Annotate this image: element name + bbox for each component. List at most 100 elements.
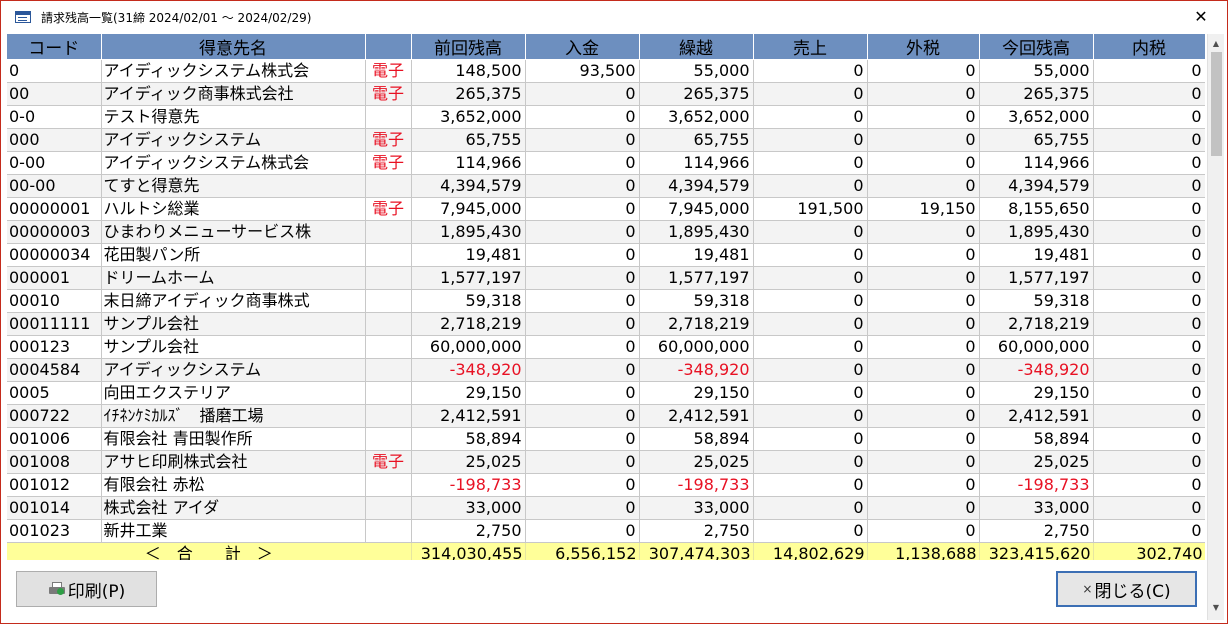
- cell-payment[interactable]: 0: [525, 243, 640, 267]
- table-row[interactable]: 000001 ドリームホーム 1,577,197 0 1,577,197 0 0 1,577,…: [7, 266, 1205, 290]
- cell-code[interactable]: 00000001: [7, 197, 102, 221]
- cell-sales[interactable]: 0: [753, 450, 868, 474]
- close-button[interactable]: × 閉じる(C): [1056, 571, 1197, 607]
- cell-tag[interactable]: [365, 381, 412, 405]
- cell-payment[interactable]: 0: [525, 358, 640, 382]
- cell-previous-balance[interactable]: 3,652,000: [411, 105, 526, 129]
- cell-payment[interactable]: 0: [525, 381, 640, 405]
- cell-previous-balance[interactable]: 2,412,591: [411, 404, 526, 428]
- cell-tag[interactable]: [365, 496, 412, 520]
- cell-customer-name[interactable]: 有限会社 赤松: [101, 473, 366, 497]
- table-row[interactable]: 00000001 ハルトシ総業 電子 7,945,000 0 7,945,000 191,5…: [7, 197, 1205, 221]
- cell-code[interactable]: 000722: [7, 404, 102, 428]
- cell-external-tax[interactable]: 0: [867, 220, 980, 244]
- cell-internal-tax[interactable]: 0: [1093, 381, 1205, 405]
- vertical-scrollbar[interactable]: ▲ ▼: [1207, 34, 1224, 620]
- cell-carryover[interactable]: 265,375: [639, 82, 754, 106]
- table-row[interactable]: 000 アイディックシステム 電子 65,755 0 65,755 0 0 65,755 0: [7, 128, 1205, 152]
- cell-payment[interactable]: 0: [525, 266, 640, 290]
- cell-internal-tax[interactable]: 0: [1093, 243, 1205, 267]
- cell-sales[interactable]: 0: [753, 404, 868, 428]
- cell-previous-balance[interactable]: 25,025: [411, 450, 526, 474]
- cell-current-balance[interactable]: 114,966: [979, 151, 1094, 175]
- cell-current-balance[interactable]: 55,000: [979, 59, 1094, 83]
- cell-sales[interactable]: 0: [753, 496, 868, 520]
- cell-payment[interactable]: 0: [525, 197, 640, 221]
- cell-sales[interactable]: 0: [753, 59, 868, 83]
- balance-grid[interactable]: コード 得意先名 前回残高 入金 繰越 売上 外税 今回残高 内税 0 アイディッ…: [7, 34, 1205, 560]
- cell-customer-name[interactable]: アイディックシステム: [101, 128, 366, 152]
- cell-current-balance[interactable]: 33,000: [979, 496, 1094, 520]
- cell-internal-tax[interactable]: 0: [1093, 266, 1205, 290]
- cell-code[interactable]: 001023: [7, 519, 102, 543]
- table-row[interactable]: 0004584 アイディックシステム -348,920 0 -348,920 0 0 -348…: [7, 358, 1205, 382]
- cell-carryover[interactable]: 55,000: [639, 59, 754, 83]
- cell-sales[interactable]: 0: [753, 220, 868, 244]
- cell-carryover[interactable]: 29,150: [639, 381, 754, 405]
- cell-tag[interactable]: 電子: [365, 59, 412, 83]
- cell-payment[interactable]: 0: [525, 128, 640, 152]
- cell-tag[interactable]: [365, 266, 412, 290]
- cell-external-tax[interactable]: 0: [867, 450, 980, 474]
- cell-current-balance[interactable]: -348,920: [979, 358, 1094, 382]
- cell-payment[interactable]: 0: [525, 82, 640, 106]
- cell-code[interactable]: 0: [7, 59, 102, 83]
- table-row[interactable]: 001014 株式会社 アイダ 33,000 0 33,000 0 0 33,000 0: [7, 496, 1205, 520]
- cell-sales[interactable]: 0: [753, 358, 868, 382]
- cell-sales[interactable]: 0: [753, 243, 868, 267]
- table-row[interactable]: 00000003 ひまわりメニューサービス株 1,895,430 0 1,895,430…: [7, 220, 1205, 244]
- cell-previous-balance[interactable]: 4,394,579: [411, 174, 526, 198]
- cell-internal-tax[interactable]: 0: [1093, 404, 1205, 428]
- cell-internal-tax[interactable]: 0: [1093, 151, 1205, 175]
- cell-customer-name[interactable]: てすと得意先: [101, 174, 366, 198]
- cell-payment[interactable]: 0: [525, 473, 640, 497]
- cell-sales[interactable]: 0: [753, 427, 868, 451]
- table-row[interactable]: 00-00 てすと得意先 4,394,579 0 4,394,579 0 0 4,394,57…: [7, 174, 1205, 198]
- cell-sales[interactable]: 0: [753, 105, 868, 129]
- cell-code[interactable]: 000: [7, 128, 102, 152]
- cell-internal-tax[interactable]: 0: [1093, 312, 1205, 336]
- cell-code[interactable]: 001006: [7, 427, 102, 451]
- scroll-down-icon[interactable]: ▼: [1208, 600, 1224, 616]
- scroll-up-icon[interactable]: ▲: [1208, 36, 1224, 52]
- cell-customer-name[interactable]: ハルトシ総業: [101, 197, 366, 221]
- cell-previous-balance[interactable]: 65,755: [411, 128, 526, 152]
- cell-carryover[interactable]: 4,394,579: [639, 174, 754, 198]
- cell-carryover[interactable]: 1,577,197: [639, 266, 754, 290]
- table-row[interactable]: 000123 サンプル会社 60,000,000 0 60,000,000 0 0 60,00…: [7, 335, 1205, 359]
- cell-external-tax[interactable]: 19,150: [867, 197, 980, 221]
- cell-previous-balance[interactable]: 2,718,219: [411, 312, 526, 336]
- cell-customer-name[interactable]: サンプル会社: [101, 312, 366, 336]
- cell-customer-name[interactable]: サンプル会社: [101, 335, 366, 359]
- cell-previous-balance[interactable]: 33,000: [411, 496, 526, 520]
- cell-carryover[interactable]: 114,966: [639, 151, 754, 175]
- cell-sales[interactable]: 0: [753, 335, 868, 359]
- cell-sales[interactable]: 0: [753, 381, 868, 405]
- cell-external-tax[interactable]: 0: [867, 243, 980, 267]
- cell-tag[interactable]: [365, 220, 412, 244]
- cell-tag[interactable]: [365, 427, 412, 451]
- cell-payment[interactable]: 0: [525, 335, 640, 359]
- cell-customer-name[interactable]: 向田エクステリア: [101, 381, 366, 405]
- cell-external-tax[interactable]: 0: [867, 105, 980, 129]
- cell-current-balance[interactable]: 2,750: [979, 519, 1094, 543]
- cell-previous-balance[interactable]: 19,481: [411, 243, 526, 267]
- cell-previous-balance[interactable]: 7,945,000: [411, 197, 526, 221]
- cell-current-balance[interactable]: 29,150: [979, 381, 1094, 405]
- cell-current-balance[interactable]: 2,718,219: [979, 312, 1094, 336]
- cell-external-tax[interactable]: 0: [867, 473, 980, 497]
- cell-current-balance[interactable]: 59,318: [979, 289, 1094, 313]
- cell-current-balance[interactable]: 1,895,430: [979, 220, 1094, 244]
- cell-previous-balance[interactable]: 29,150: [411, 381, 526, 405]
- cell-payment[interactable]: 0: [525, 220, 640, 244]
- cell-previous-balance[interactable]: 58,894: [411, 427, 526, 451]
- table-row[interactable]: 001008 アサヒ印刷株式会社 電子 25,025 0 25,025 0 0 25,025 0: [7, 450, 1205, 474]
- cell-code[interactable]: 00000003: [7, 220, 102, 244]
- cell-tag[interactable]: [365, 312, 412, 336]
- cell-current-balance[interactable]: 58,894: [979, 427, 1094, 451]
- cell-sales[interactable]: 0: [753, 289, 868, 313]
- cell-previous-balance[interactable]: -198,733: [411, 473, 526, 497]
- cell-customer-name[interactable]: アイディックシステム株式会: [101, 59, 366, 83]
- cell-current-balance[interactable]: 19,481: [979, 243, 1094, 267]
- cell-code[interactable]: 00010: [7, 289, 102, 313]
